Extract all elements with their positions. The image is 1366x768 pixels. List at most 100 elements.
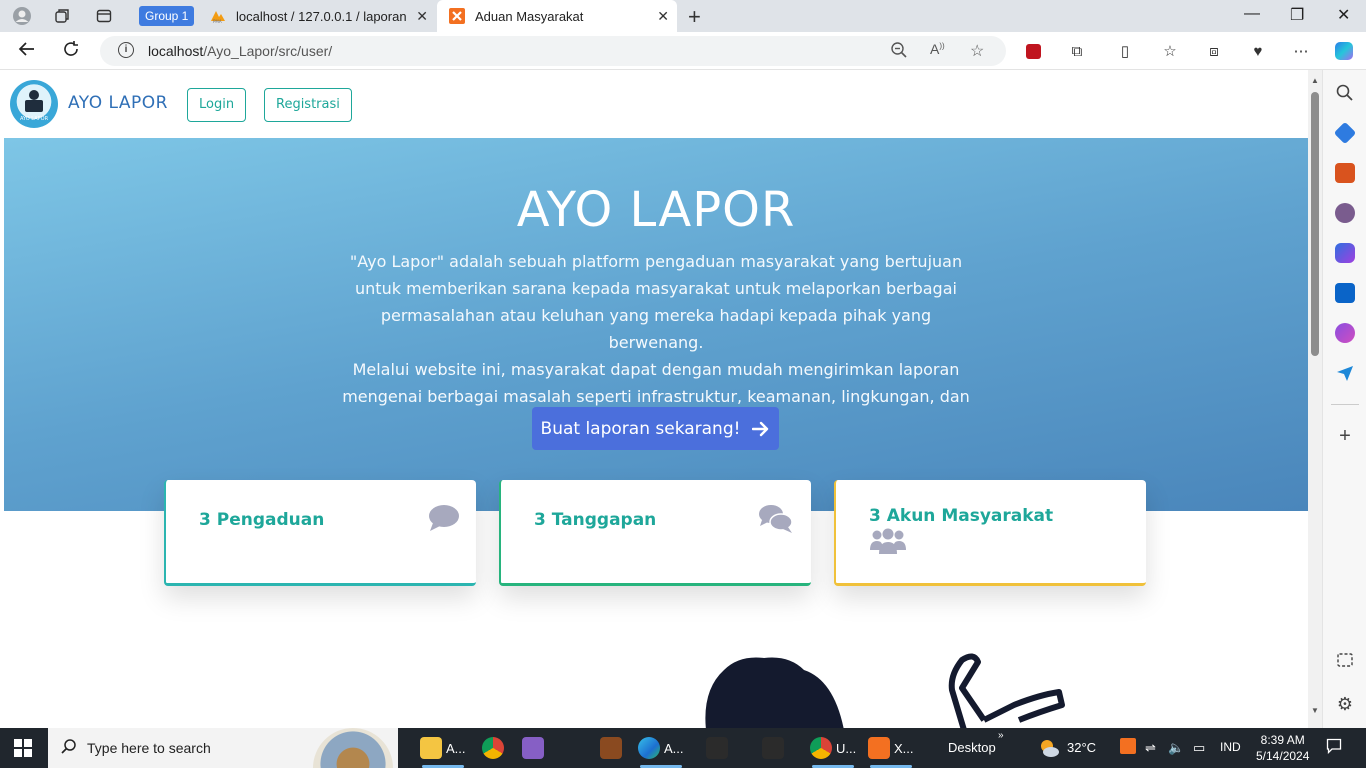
sidebar-settings-icon[interactable]: ⚙ (1335, 694, 1355, 714)
users-icon (870, 528, 906, 554)
stat-label: 3 Tanggapan (534, 510, 657, 530)
sidebar-copilot-icon[interactable] (1335, 243, 1355, 263)
chrome-icon (810, 737, 832, 759)
xampp-icon (449, 8, 465, 24)
tab-actions-icon[interactable] (93, 5, 115, 27)
sidebar-shopping-icon[interactable] (1333, 121, 1357, 145)
scroll-thumb[interactable] (1311, 92, 1319, 356)
chrome-icon (482, 737, 504, 759)
taskbar-app-game[interactable] (600, 734, 622, 762)
volume-icon[interactable]: 🔈 (1168, 740, 1184, 756)
sidebar-outlook-icon[interactable] (1335, 283, 1355, 303)
comments-icon (759, 505, 793, 533)
taskbar-clock[interactable]: 8:39 AM 5/14/2024 (1256, 732, 1309, 764)
sidebar-search-icon[interactable] (1335, 83, 1355, 103)
zoom-out-icon[interactable] (890, 41, 908, 64)
stat-label: 3 Pengaduan (199, 510, 325, 530)
comment-icon (429, 505, 459, 531)
language-indicator[interactable]: IND (1220, 740, 1241, 754)
taskbar-app-chrome[interactable] (482, 734, 504, 762)
cta-label: Buat laporan sekarang! (540, 418, 741, 439)
extension-red-icon[interactable] (1023, 41, 1043, 61)
close-tab-icon[interactable]: ✕ (657, 8, 669, 25)
favorites-icon[interactable]: ☆ (1160, 41, 1180, 61)
extensions-puzzle-icon[interactable]: ⧉ (1067, 41, 1087, 61)
taskbar-app-visual-studio[interactable] (522, 734, 544, 762)
scroll-down-icon[interactable]: ▼ (1311, 706, 1319, 715)
close-tab-icon[interactable]: ✕ (416, 8, 428, 25)
scroll-up-icon[interactable]: ▲ (1311, 76, 1319, 85)
login-button[interactable]: Login (187, 88, 247, 122)
clock-time: 8:39 AM (1260, 733, 1305, 747)
workspaces-icon[interactable] (51, 5, 73, 27)
url-text: localhost/Ayo_Lapor/src/user/ (148, 43, 333, 59)
sidebar-screenshot-icon[interactable] (1335, 650, 1355, 670)
more-menu-icon[interactable]: ⋯ (1291, 41, 1311, 61)
hero-section: AYO LAPOR "Ayo Lapor" adalah sebuah plat… (4, 138, 1308, 511)
create-report-button[interactable]: Buat laporan sekarang! (532, 407, 779, 450)
search-placeholder: Type here to search (87, 740, 211, 756)
xampp-icon (868, 737, 890, 759)
collections-icon[interactable]: ⧈ (1204, 41, 1224, 61)
sidebar-games-icon[interactable] (1335, 203, 1355, 223)
split-screen-icon[interactable]: ▯ (1115, 41, 1135, 61)
xampp-tray-icon[interactable] (1120, 738, 1136, 754)
svg-text:PMA: PMA (213, 19, 222, 24)
toolbar-expand-icon[interactable]: » (998, 730, 1004, 741)
stat-label: 3 Akun Masyarakat (869, 506, 1054, 526)
taskbar-app-file-explorer[interactable]: A... (420, 734, 466, 768)
site-info-icon[interactable]: i (118, 42, 134, 58)
stat-card-tanggapan[interactable]: 3 Tanggapan (499, 480, 811, 586)
read-aloud-icon[interactable]: A)) (930, 41, 945, 57)
new-tab-icon[interactable]: + (688, 4, 701, 30)
notification-icon[interactable] (1326, 738, 1342, 757)
network-icon[interactable]: ⇌ (1145, 740, 1156, 756)
page-scrollbar[interactable]: ▲ ▼ (1308, 70, 1322, 728)
sidebar-divider (1331, 404, 1359, 405)
taskbar-app-git-2[interactable] (762, 734, 784, 762)
sidebar-tools-icon[interactable] (1335, 163, 1355, 183)
url-field[interactable]: i localhost/Ayo_Lapor/src/user/ A)) ☆ (100, 36, 1006, 66)
search-highlight-image (313, 728, 393, 768)
tab-title: Aduan Masyarakat (475, 8, 584, 24)
taskbar-app-chrome-2[interactable]: U... (810, 734, 856, 768)
battery-icon[interactable]: ▭ (1193, 740, 1205, 756)
minimize-icon[interactable]: — (1244, 5, 1260, 23)
visual-studio-icon (522, 737, 544, 759)
reload-icon[interactable] (62, 40, 80, 63)
search-icon (60, 738, 78, 761)
weather-temp[interactable]: 32°C (1067, 740, 1096, 755)
sidebar-send-icon[interactable] (1335, 363, 1355, 383)
site-logo[interactable]: AYO LAPOR (10, 80, 58, 128)
stat-card-pengaduan[interactable]: 3 Pengaduan (164, 480, 476, 586)
folder-icon (420, 737, 442, 759)
taskbar-search-box[interactable]: Type here to search (48, 728, 398, 768)
back-icon[interactable] (18, 40, 36, 63)
site-brand[interactable]: AYO LAPOR (68, 93, 168, 113)
desktop-toolbar[interactable]: Desktop (948, 740, 996, 755)
tab-group-chip[interactable]: Group 1 (139, 6, 195, 26)
phpmyadmin-icon: PMA (211, 11, 225, 24)
profile-icon[interactable] (11, 5, 33, 27)
git-icon (706, 737, 728, 759)
sidebar-add-icon[interactable]: + (1335, 426, 1355, 446)
illustration (705, 653, 1065, 728)
hero-title: AYO LAPOR (516, 182, 796, 238)
taskbar-app-edge[interactable]: A... (638, 734, 684, 768)
close-window-icon[interactable]: ✕ (1337, 5, 1350, 25)
sidebar-designer-icon[interactable] (1335, 323, 1355, 343)
taskbar-app-git-1[interactable] (706, 734, 728, 762)
stat-card-akun-masyarakat[interactable]: 3 Akun Masyarakat (834, 480, 1146, 586)
clock-date: 5/14/2024 (1256, 749, 1310, 763)
taskbar-app-xampp[interactable]: X... (868, 734, 914, 768)
weather-icon[interactable] (1038, 737, 1060, 762)
tab-phpmyadmin[interactable]: PMA localhost / 127.0.0.1 / laporan | ph… (200, 0, 436, 32)
tab-aduan-masyarakat[interactable]: Aduan Masyarakat ✕ (437, 0, 677, 32)
restore-icon[interactable]: ❐ (1290, 5, 1304, 25)
favorite-star-icon[interactable]: ☆ (970, 41, 984, 61)
register-button[interactable]: Registrasi (264, 88, 352, 122)
browser-essentials-icon[interactable]: ♥ (1248, 41, 1268, 61)
windows-start-icon[interactable] (14, 739, 32, 757)
game-icon (600, 737, 622, 759)
copilot-icon[interactable] (1334, 41, 1354, 61)
